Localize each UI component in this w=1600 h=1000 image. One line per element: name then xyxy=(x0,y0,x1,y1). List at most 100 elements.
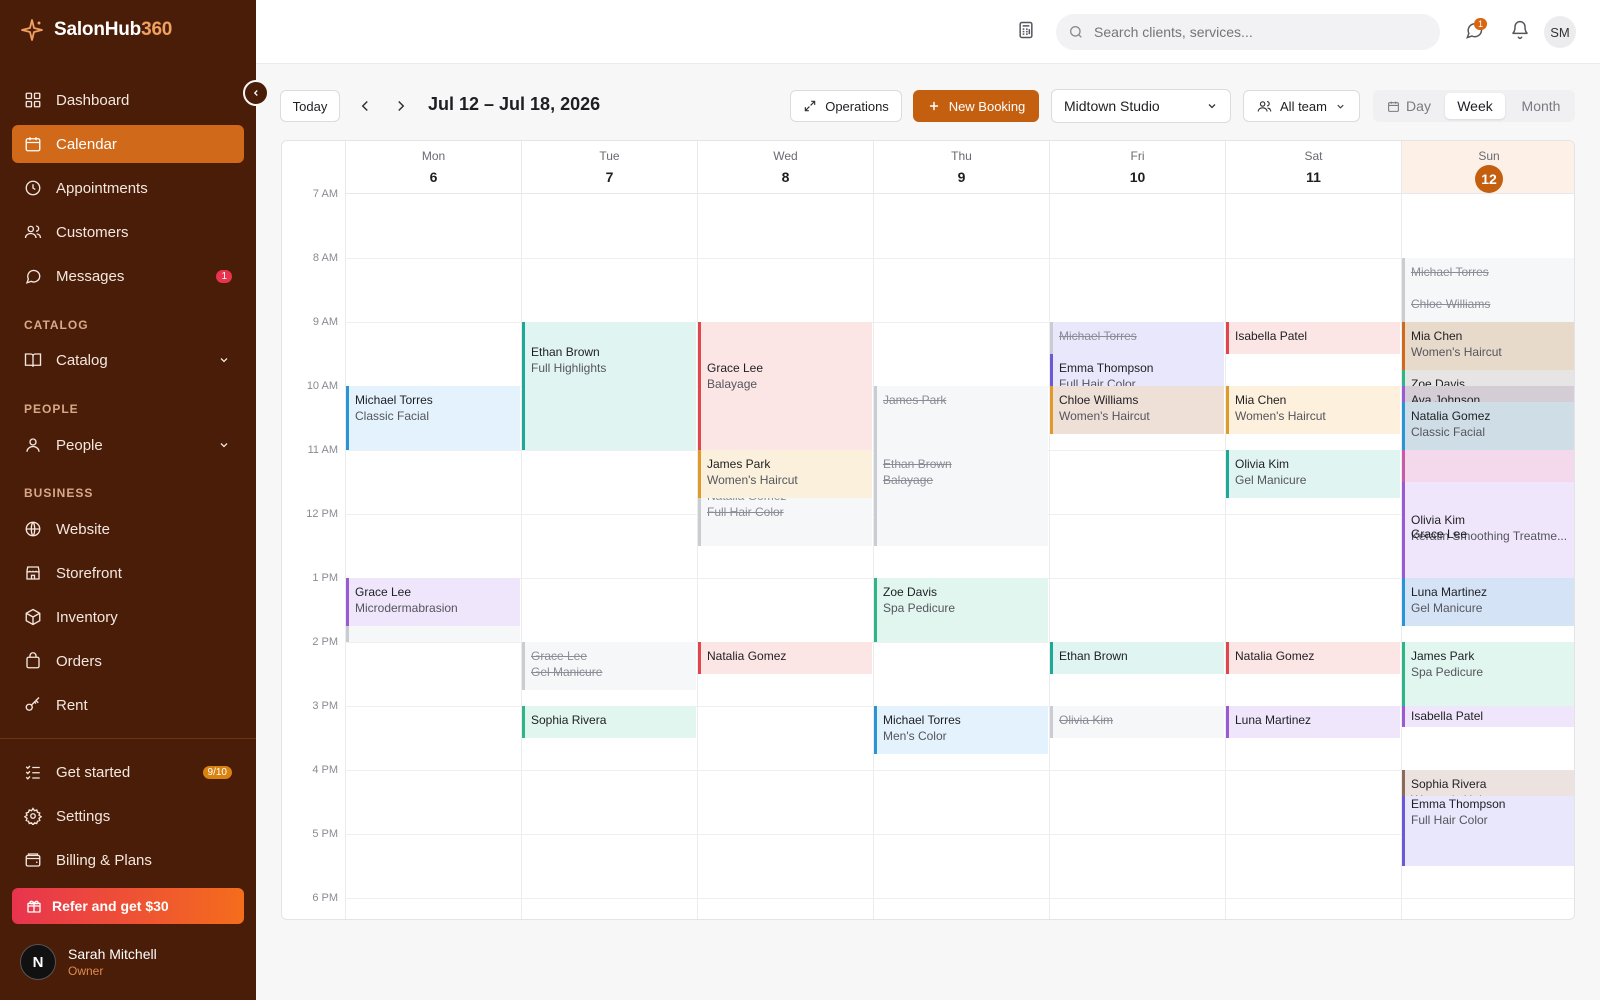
view-day-button[interactable]: Day xyxy=(1379,93,1439,119)
appointment-service: Women's Haircut xyxy=(1235,409,1326,423)
appointment-block[interactable]: Luna Martinez Gel Manicure xyxy=(1402,578,1574,626)
appointment-client: Luna Martinez xyxy=(1235,713,1312,727)
appointment-block[interactable]: Olivia Kim xyxy=(1050,706,1224,738)
sidebar-item-dashboard[interactable]: Dashboard xyxy=(12,81,244,119)
appointment-block[interactable]: Grace Lee xyxy=(1402,514,1574,546)
appointment-block[interactable]: Isabella Patel xyxy=(1402,706,1574,728)
sidebar-item-orders[interactable]: Orders xyxy=(12,642,244,680)
appointment-block[interactable] xyxy=(1402,450,1574,482)
view-month-button[interactable]: Month xyxy=(1511,93,1571,119)
today-button[interactable]: Today xyxy=(280,90,340,122)
location-select[interactable]: Midtown Studio xyxy=(1051,89,1231,123)
sidebar-item-customers[interactable]: Customers xyxy=(12,213,244,251)
appointment-block[interactable]: James Park Women's Haircut xyxy=(698,450,872,498)
view-week-button[interactable]: Week xyxy=(1445,93,1505,119)
bell-icon[interactable] xyxy=(1510,20,1530,40)
team-filter-select[interactable]: All team xyxy=(1243,90,1360,122)
appointment-block[interactable]: Ethan Brown xyxy=(1050,642,1224,674)
messages-badge: 1 xyxy=(1474,18,1488,30)
appointment-block[interactable]: Isabella Patel xyxy=(1226,322,1400,354)
sidebar-item-people[interactable]: People xyxy=(12,426,244,464)
prev-week-button[interactable] xyxy=(356,97,374,120)
calculator-icon[interactable] xyxy=(1016,20,1036,40)
day-number: 12 xyxy=(1475,165,1503,193)
day-header-mon[interactable]: Mon 6 xyxy=(345,141,521,194)
chevron-right-icon xyxy=(398,100,405,112)
sidebar-item-get-started[interactable]: Get started 9/10 xyxy=(12,753,244,791)
appointment-client: Isabella Patel xyxy=(1411,709,1484,723)
new-booking-button[interactable]: New Booking xyxy=(913,90,1039,122)
search-bar[interactable] xyxy=(1056,14,1440,50)
expand-icon xyxy=(804,100,816,112)
day-header-tue[interactable]: Tue 7 xyxy=(521,141,697,194)
hour-label: 7 AM xyxy=(312,188,338,200)
appointment-block[interactable]: Michael Torres xyxy=(1402,258,1574,290)
appointment-service: Women's Haircut xyxy=(707,473,798,487)
appointment-block[interactable]: Luna Martinez xyxy=(1226,706,1400,738)
operations-button[interactable]: Operations xyxy=(790,90,902,122)
sidebar-item-settings[interactable]: Settings xyxy=(12,797,244,835)
appointment-block[interactable]: Grace Lee Gel Manicure xyxy=(522,642,696,690)
appointment-block[interactable]: Michael Torres xyxy=(1050,322,1224,354)
day-header-sat[interactable]: Sat 11 xyxy=(1225,141,1401,194)
sidebar-item-appointments[interactable]: Appointments xyxy=(12,169,244,207)
sidebar-item-label: Storefront xyxy=(56,564,122,582)
avatar: N xyxy=(20,944,56,980)
sidebar-item-catalog[interactable]: Catalog xyxy=(12,341,244,379)
day-name: Mon xyxy=(421,149,446,163)
appointment-block[interactable]: Natalia Gomez Classic Facial xyxy=(1402,402,1574,450)
appointment-block[interactable]: Chloe Williams Women's Haircut xyxy=(1050,386,1224,434)
appointment-block[interactable]: Mia Chen Women's Haircut xyxy=(1226,386,1400,434)
appointment-block[interactable]: Grace Lee Balayage xyxy=(698,322,872,450)
appointment-block[interactable]: Olivia Kim Gel Manicure xyxy=(1226,450,1400,498)
sidebar-item-label: Rent xyxy=(56,696,88,714)
appointment-block[interactable]: Mia Chen Women's Haircut xyxy=(1402,322,1574,370)
sidebar-item-inventory[interactable]: Inventory xyxy=(12,598,244,636)
day-name: Wed xyxy=(773,149,798,163)
sidebar: SalonHub360 Dashboard Calendar Appointment… xyxy=(0,0,256,1000)
appointment-block[interactable]: Chloe Williams xyxy=(1402,290,1574,322)
sidebar-item-website[interactable]: Website xyxy=(12,510,244,548)
appointment-block[interactable]: Michael Torres Men's Color xyxy=(874,706,1048,754)
appointment-block[interactable]: Sophia Rivera xyxy=(522,706,696,738)
day-header-fri[interactable]: Fri 10 xyxy=(1049,141,1225,194)
appointment-client: Olivia Kim xyxy=(1235,457,1290,471)
checklist-icon xyxy=(25,765,40,780)
sidebar-item-calendar[interactable]: Calendar xyxy=(12,125,244,163)
sidebar-item-messages[interactable]: Messages 1 xyxy=(12,257,244,295)
appointment-block[interactable]: Emma Thompson Full Hair Color xyxy=(1402,795,1574,866)
appointment-service: Gel Manicure xyxy=(1411,601,1483,615)
section-label-business: BUSINESS xyxy=(24,486,94,500)
appointment-block[interactable]: Zoe Davis Spa Pedicure xyxy=(874,578,1048,642)
sidebar-item-billing[interactable]: Billing & Plans xyxy=(12,841,244,879)
refer-button[interactable]: Refer and get $30 xyxy=(12,888,244,924)
next-week-button[interactable] xyxy=(392,97,410,120)
appointment-block[interactable]: Ethan Brown Full Highlights xyxy=(522,322,696,450)
brand[interactable]: SalonHub360 xyxy=(20,18,172,42)
day-header-sun[interactable]: Sun 12 xyxy=(1401,141,1574,194)
sidebar-collapse-button[interactable] xyxy=(243,80,269,106)
appointment-block[interactable]: Grace Lee Microdermabrasion xyxy=(346,578,520,626)
appointment-block[interactable]: Natalia Gomez xyxy=(698,642,872,674)
day-header-thu[interactable]: Thu 9 xyxy=(873,141,1049,194)
view-day-label: Day xyxy=(1406,98,1431,114)
appointment-block[interactable]: Ethan Brown Balayage xyxy=(874,450,1048,498)
appointment-service: Classic Facial xyxy=(355,409,430,423)
appointment-block[interactable]: James Park Spa Pedicure xyxy=(1402,642,1574,706)
avatar[interactable]: SM xyxy=(1544,16,1576,48)
hour-label: 12 PM xyxy=(306,508,338,520)
sidebar-item-storefront[interactable]: Storefront xyxy=(12,554,244,592)
sidebar-item-label: Billing & Plans xyxy=(56,851,152,869)
search-input[interactable] xyxy=(1094,24,1414,40)
appointment-client: Michael Torres xyxy=(1411,265,1489,279)
sidebar-item-rent[interactable]: Rent xyxy=(12,686,244,724)
hour-label: 10 AM xyxy=(306,380,338,392)
day-name: Fri xyxy=(1130,149,1145,163)
appointment-client: Grace Lee xyxy=(355,585,412,599)
chevron-down-icon xyxy=(1337,104,1344,109)
user-profile[interactable]: N Sarah Mitchell Owner xyxy=(20,944,157,980)
appointment-block[interactable]: Michael Torres Classic Facial xyxy=(346,386,520,450)
day-header-wed[interactable]: Wed 8 xyxy=(697,141,873,194)
appointment-block[interactable]: Natalia Gomez xyxy=(1226,642,1400,674)
appointment-client: Isabella Patel xyxy=(1235,329,1308,343)
